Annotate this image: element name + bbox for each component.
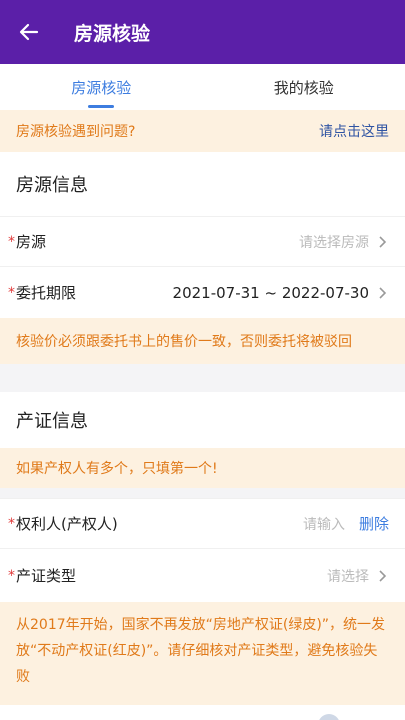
chevron-right-icon — [379, 569, 387, 582]
help-banner: 房源核验遇到问题? 请点击这里 — [0, 110, 405, 152]
bottom-area — [0, 705, 405, 720]
help-link[interactable]: 请点击这里 — [319, 121, 389, 141]
entrust-period-field[interactable]: * 委托期限 2021-07-31 ~ 2022-07-30 — [0, 266, 405, 318]
back-button[interactable] — [0, 0, 58, 64]
required-marker: * — [8, 567, 15, 584]
chevron-right-icon — [379, 286, 387, 299]
required-marker: * — [8, 233, 15, 250]
entrust-period-label: 委托期限 — [16, 284, 77, 302]
owner-note-text: 如果产权人有多个，只填第一个! — [16, 461, 218, 477]
cert-section-title: 产证信息 — [0, 392, 405, 448]
house-field-value: 请选择房源 — [299, 234, 369, 251]
delete-owner-button[interactable]: 删除 — [359, 513, 389, 534]
cert-type-notice: 从2017年开始，国家不再发放“房地产权证(绿皮)”，统一发放“不动产权证(红皮… — [0, 602, 405, 705]
required-marker: * — [8, 284, 15, 301]
arrow-left-icon — [19, 23, 39, 41]
app-header: 房源核验 — [0, 0, 405, 64]
cert-type-label: 产证类型 — [16, 567, 77, 585]
cert-type-value: 请选择 — [327, 568, 369, 585]
page-title: 房源核验 — [74, 22, 151, 45]
owner-note: 如果产权人有多个，只填第一个! — [0, 448, 405, 488]
house-field[interactable]: * 房源 请选择房源 — [0, 216, 405, 266]
tab-my-verify[interactable]: 我的核验 — [203, 64, 405, 110]
help-banner-text: 房源核验遇到问题? — [16, 124, 136, 140]
house-field-label: 房源 — [16, 233, 47, 251]
price-note-text: 核验价必须跟委托书上的售价一致，否则委托将被驳回 — [16, 334, 352, 350]
tab-house-verify[interactable]: 房源核验 — [0, 64, 203, 110]
owner-field-label: 权利人(产权人) — [16, 515, 118, 533]
section-gap — [0, 488, 405, 498]
cert-type-field[interactable]: * 产证类型 请选择 — [0, 548, 405, 602]
owner-input[interactable]: 请输入 — [303, 514, 345, 534]
section-gap — [0, 364, 405, 392]
house-section-title: 房源信息 — [0, 152, 405, 216]
required-marker: * — [8, 515, 15, 532]
price-note: 核验价必须跟委托书上的售价一致，否则委托将被驳回 — [0, 318, 405, 364]
tab-bar: 房源核验 我的核验 — [0, 64, 405, 110]
owner-field: * 权利人(产权人) 请输入 删除 — [0, 498, 405, 548]
entrust-period-value: 2021-07-31 ~ 2022-07-30 — [172, 283, 369, 302]
chevron-right-icon — [379, 235, 387, 248]
